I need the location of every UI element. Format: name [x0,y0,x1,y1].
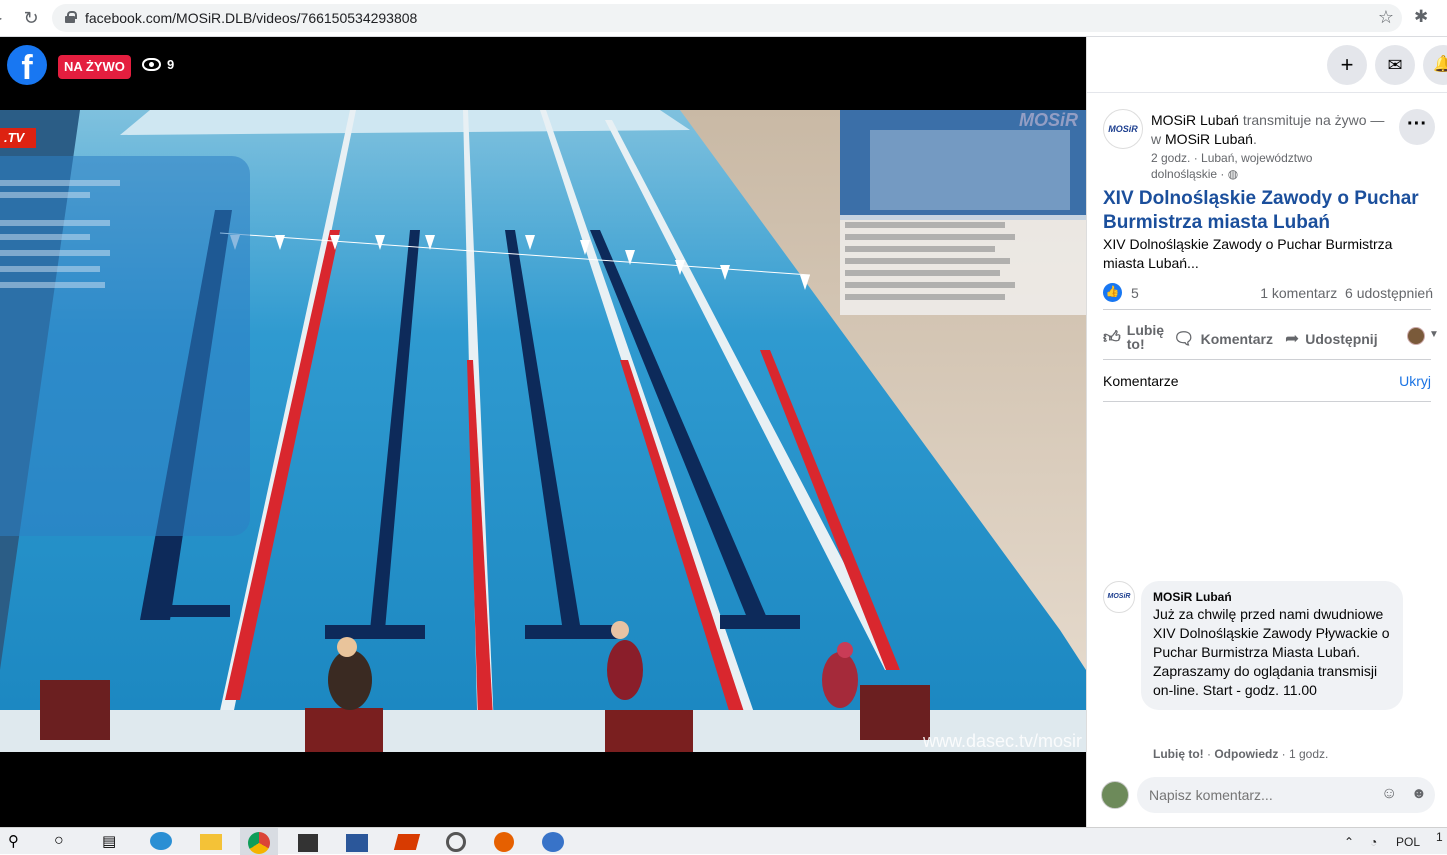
share-count[interactable]: 6 udostępnień [1345,285,1433,301]
divider [1103,309,1431,310]
create-plus-icon[interactable]: + [1327,45,1367,85]
viewer-count: 9 [142,57,174,72]
notifications-bell-icon[interactable]: 🔔 [1423,45,1447,85]
url-text[interactable]: facebook.com/MOSiR.DLB/videos/7661505342… [85,10,417,26]
app-blue-icon[interactable] [542,832,564,852]
extensions-puzzle-icon[interactable]: ✱ [1414,7,1428,27]
pool-scene [0,110,1086,752]
share-arrow-icon: ➦ [1285,329,1300,348]
clock[interactable]: 1 [1436,830,1443,844]
post-sidebar: + ✉ 🔔 MOSiR MOSiR Lubań transmituje na ż… [1086,37,1447,827]
cortana-circle-icon[interactable]: ○ [54,832,74,852]
comment-bubble: MOSiR Lubań Już za chwilę przed nami dwu… [1141,581,1403,710]
store-icon[interactable] [298,834,318,852]
share-button[interactable]: ➦ Udostępnij [1285,329,1378,349]
comments-header: Komentarze Ukryj [1103,373,1431,389]
comment-actions: Lubię to! · Odpowiedz · 1 godz. [1153,747,1329,761]
mosir-video-logo: MOSiR [1018,110,1078,130]
language-indicator[interactable]: POL [1396,835,1420,849]
task-view-icon[interactable]: ▤ [102,832,122,852]
viewer-count-value: 9 [167,57,175,72]
chrome-icon[interactable] [248,832,270,854]
speech-bubble-icon: 🗨 [1173,329,1195,348]
like-button[interactable]: 👍︎ Lubię to! [1103,323,1167,351]
tv-logo: .TV [0,128,36,148]
divider [1103,401,1431,402]
page-avatar[interactable]: MOSiR [1103,109,1143,149]
post-meta: 2 godz. · Lubań, województwo dolnośląski… [1151,150,1331,182]
bookmark-star-icon[interactable]: ☆ [1378,7,1394,28]
back-arrow-icon[interactable]: ▸ [0,11,2,25]
video-frame[interactable]: .TV MOSiR www.dasec.tv/mosir [0,110,1086,752]
reload-icon[interactable]: ↻ [20,7,42,29]
thumbs-up-reaction-icon[interactable]: 👍 [1103,283,1122,302]
comment-time[interactable]: 1 godz. [1289,747,1328,761]
location-name[interactable]: MOSiR Lubań [1165,131,1253,147]
chevron-down-icon[interactable]: ▼ [1429,329,1439,340]
tray-chevron-up-icon[interactable]: ⌃ [1344,835,1354,849]
comment-avatar[interactable]: MOSiR [1103,581,1135,613]
comment-label: Komentarz [1200,331,1273,347]
live-badge: NA ŻYWO [58,55,131,79]
comment-text: Już za chwilę przed nami dwudniowe XIV D… [1153,606,1390,698]
author-name[interactable]: MOSiR Lubań [1151,112,1239,128]
divider [1103,359,1431,360]
comment-reply-link[interactable]: Odpowiedz [1214,747,1278,761]
wifi-icon[interactable]: ◔ [1370,835,1377,849]
thumbs-up-icon: 👍︎ [1103,327,1121,347]
comments-title: Komentarze [1103,373,1179,389]
edge-icon[interactable] [150,832,172,850]
post-counts: 1 komentarz 6 udostępnień [1260,285,1433,301]
comment-like-link[interactable]: Lubię to! [1153,747,1204,761]
word-icon[interactable] [346,834,368,852]
more-options-icon[interactable]: ··· [1399,109,1435,145]
comment-count[interactable]: 1 komentarz [1260,285,1337,301]
post-stats: 👍 5 1 komentarz 6 udostępnień [1103,283,1433,303]
author-line: MOSiR Lubań transmituje na żywo — w MOSi… [1151,112,1385,147]
comment-author[interactable]: MOSiR Lubań [1153,589,1391,605]
user-avatar[interactable] [1101,781,1129,809]
like-label: Lubię to! [1126,322,1165,352]
eye-icon [142,58,161,71]
hide-comments-link[interactable]: Ukryj [1399,373,1431,389]
globe-icon: ◍ [1227,167,1239,181]
post-title[interactable]: XIV Dolnośląskie Zawody o Puchar Burmist… [1103,187,1438,235]
file-explorer-icon[interactable] [200,834,222,850]
profile-select-avatar[interactable] [1407,327,1425,345]
browser-toolbar: ▸ ↻ facebook.com/MOSiR.DLB/videos/766150… [0,0,1447,37]
app-gray-icon[interactable] [446,832,466,852]
firefox-icon[interactable] [494,832,514,852]
emoji-icon[interactable]: ☺ [1381,785,1397,803]
top-action-bar: + ✉ 🔔 [1087,37,1447,93]
app-red-icon[interactable] [393,834,421,850]
post-description: XIV Dolnośląskie Zawody o Puchar Burmist… [1103,236,1393,271]
video-player[interactable]: f NA ŻYWO 9 .TV MOSiR www.dasec.tv/mosir [0,37,1086,827]
video-watermark: www.dasec.tv/mosir [922,731,1082,751]
windows-taskbar: ⚲ ○ ▤ ⌃ ◔ POL 1 [0,827,1447,855]
write-comment: ☺ ☻ [1101,777,1441,817]
like-count[interactable]: 5 [1131,285,1139,301]
messenger-icon[interactable]: ✉ [1375,45,1415,85]
address-bar[interactable]: facebook.com/MOSiR.DLB/videos/7661505342… [52,4,1402,32]
lock-icon[interactable] [65,11,77,23]
post-actions: 👍︎ Lubię to! 🗨 Komentarz ➦ Udostępnij ▼ [1103,321,1439,357]
comment-button[interactable]: 🗨 Komentarz [1173,329,1273,349]
sticker-icon[interactable]: ☻ [1411,785,1427,802]
share-label: Udostępnij [1305,331,1378,347]
facebook-logo-icon[interactable]: f [7,45,47,85]
search-icon[interactable]: ⚲ [8,832,28,852]
